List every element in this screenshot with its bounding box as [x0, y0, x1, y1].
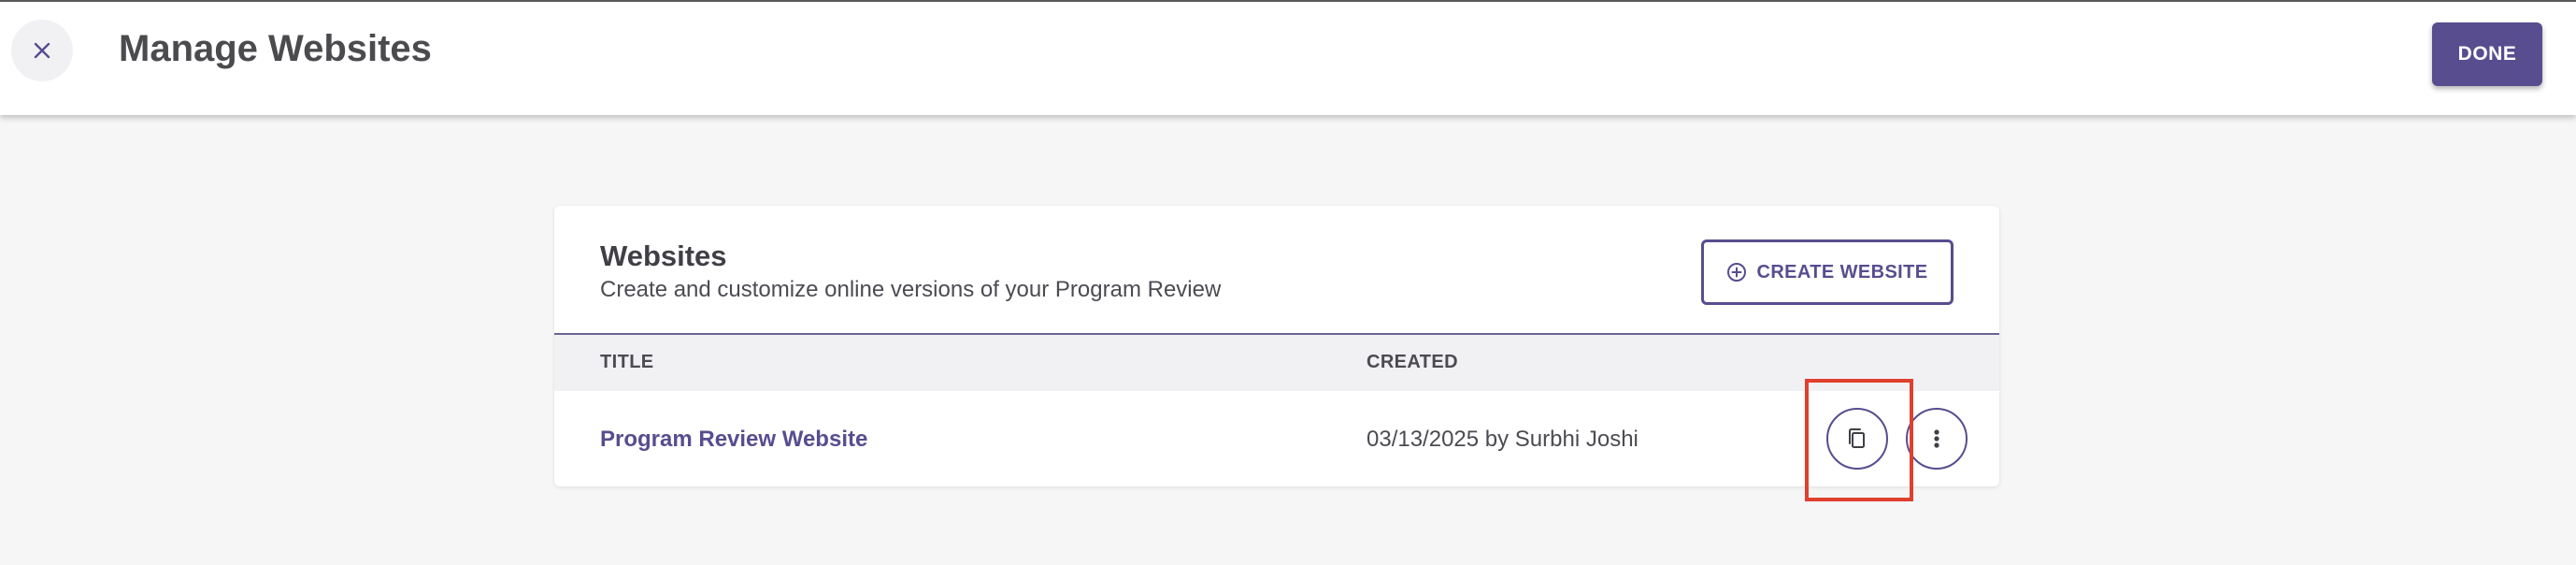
close-icon: [34, 42, 50, 59]
card-title: Websites: [600, 239, 727, 272]
top-bar: Manage Websites DONE: [0, 0, 2576, 115]
done-button[interactable]: DONE: [2432, 22, 2542, 86]
plus-circle-icon: [1726, 262, 1747, 282]
column-header-title[interactable]: TITLE: [600, 352, 654, 373]
website-title-link[interactable]: Program Review Website: [600, 427, 867, 453]
create-website-label: CREATE WEBSITE: [1756, 261, 1928, 282]
column-header-created[interactable]: CREATED: [1367, 352, 1458, 373]
page-title: Manage Websites: [119, 28, 432, 69]
copy-icon: [1849, 428, 1865, 448]
website-created: 03/13/2025 by Surbhi Joshi: [1367, 427, 1639, 452]
websites-card: Websites Create and customize online ver…: [554, 206, 1999, 486]
table-row: Program Review Website 03/13/2025 by Sur…: [554, 391, 1999, 486]
copy-button[interactable]: [1826, 408, 1888, 470]
table-header: TITLE CREATED: [554, 333, 1999, 391]
create-website-button[interactable]: CREATE WEBSITE: [1701, 239, 1953, 305]
more-options-button[interactable]: [1906, 408, 1968, 470]
card-subtitle: Create and customize online versions of …: [600, 277, 1222, 302]
more-vertical-icon: [1934, 429, 1939, 448]
close-button[interactable]: [11, 20, 73, 81]
